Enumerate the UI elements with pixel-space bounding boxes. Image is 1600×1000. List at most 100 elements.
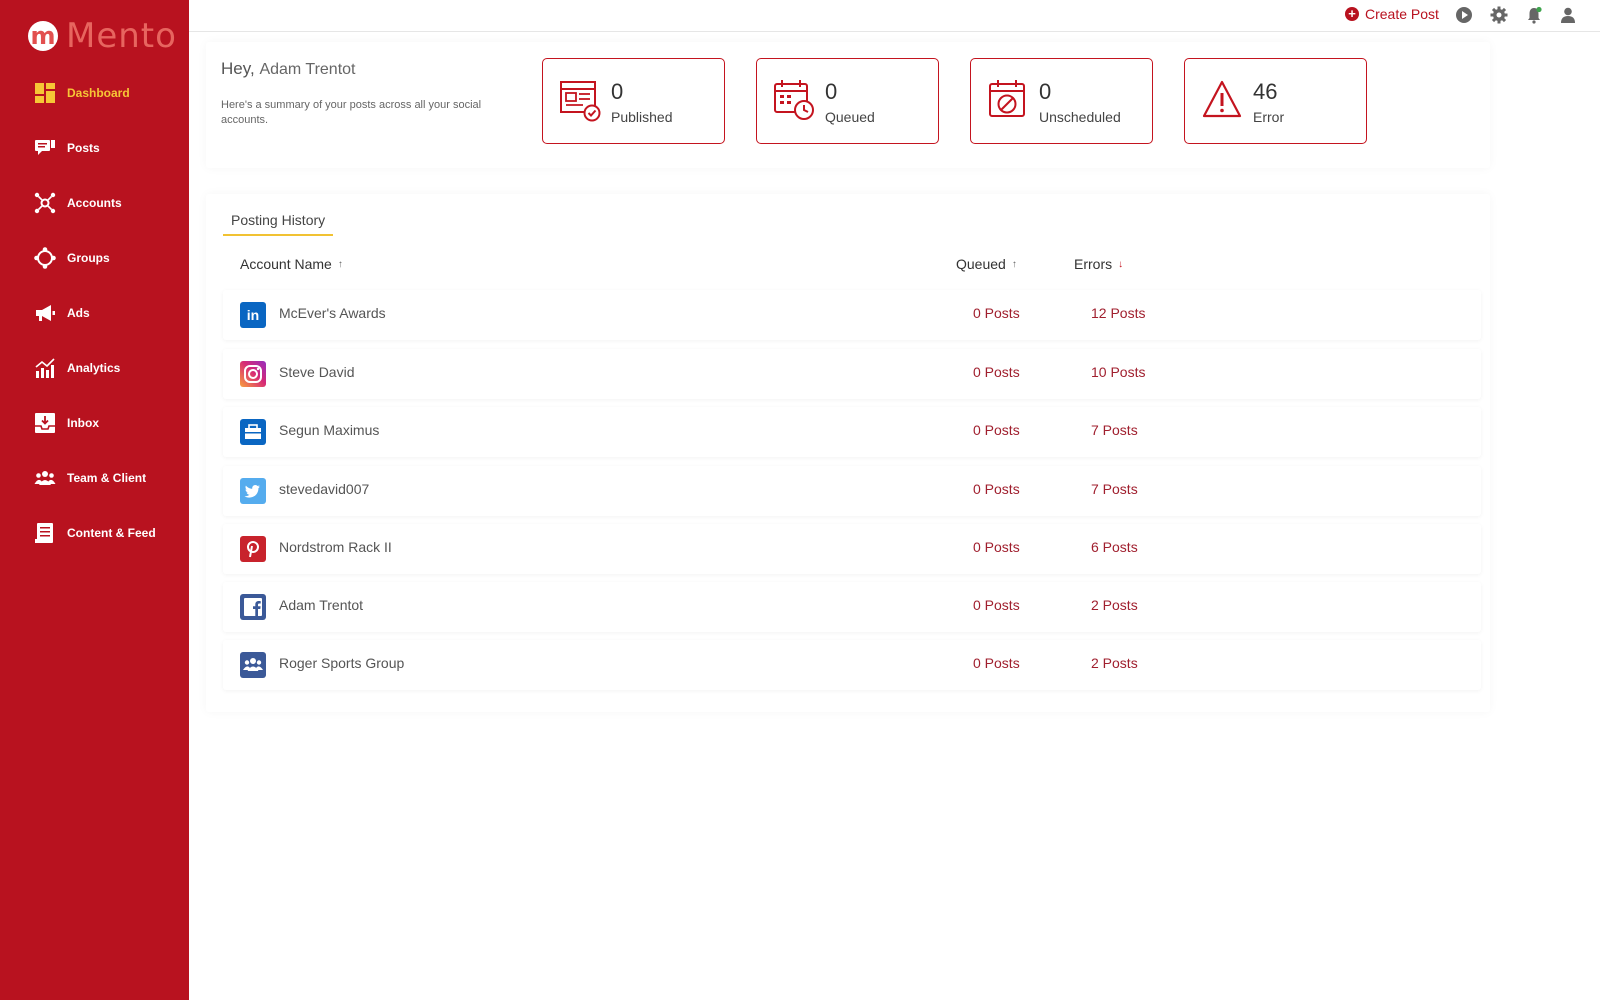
stat-value: 0 xyxy=(611,79,624,104)
sidebar-item-label: Accounts xyxy=(67,196,122,211)
table-row[interactable]: Nordstrom Rack II 0 Posts 6 Posts xyxy=(223,524,1481,574)
settings-icon[interactable] xyxy=(1490,6,1508,24)
errors-count: 6 Posts xyxy=(1091,539,1138,555)
sidebar-item-content-feed[interactable]: Content & Feed xyxy=(0,505,189,560)
stat-label: Queued xyxy=(825,109,875,125)
account-name: Steve David xyxy=(279,364,355,380)
sidebar-item-dashboard[interactable]: Dashboard xyxy=(0,66,189,121)
pinterest-icon xyxy=(240,536,266,562)
account-name: Adam Trentot xyxy=(279,597,364,613)
sidebar-item-label: Ads xyxy=(67,306,90,320)
errors-count: 7 Posts xyxy=(1091,422,1138,438)
account-name: Roger Sports Group xyxy=(279,655,405,671)
twitter-icon xyxy=(240,478,266,504)
megaphone-icon xyxy=(34,302,56,324)
table-row[interactable]: stevedavid007 0 Posts 7 Posts xyxy=(223,466,1481,516)
greeting-text: Hey, xyxy=(221,59,255,78)
sidebar-item-ads[interactable]: Ads xyxy=(0,286,189,341)
queued-count: 0 Posts xyxy=(973,481,1020,497)
logo-text: Mento xyxy=(66,16,177,56)
table-row[interactable]: Steve David 0 Posts 10 Posts xyxy=(223,349,1481,399)
content-feed-icon xyxy=(34,522,56,544)
create-post-button[interactable]: + Create Post xyxy=(1345,6,1439,22)
play-icon[interactable] xyxy=(1455,6,1473,24)
sidebar-item-label: Posts xyxy=(67,141,100,156)
errors-count: 2 Posts xyxy=(1091,597,1138,613)
facebook-group-icon xyxy=(240,652,266,678)
sidebar-item-analytics[interactable]: Analytics xyxy=(0,340,189,395)
sidebar-item-groups[interactable]: Groups xyxy=(0,231,189,286)
linkedin-icon: in xyxy=(240,302,266,328)
user-name: Adam Trentot xyxy=(259,61,356,78)
tab-posting-history[interactable]: Posting History xyxy=(223,212,334,236)
create-post-label: Create Post xyxy=(1365,6,1439,22)
accounts-icon xyxy=(34,192,56,214)
sidebar-item-label: Groups xyxy=(67,251,110,266)
notification-bell-icon[interactable] xyxy=(1525,6,1543,24)
sidebar-item-team-client[interactable]: Team & Client xyxy=(0,450,189,505)
column-label: Errors xyxy=(1074,256,1113,272)
stat-value: 0 xyxy=(825,79,838,104)
table-header: Account Name ↑ Queued ↑ Errors ↓ xyxy=(206,256,1490,276)
instagram-icon xyxy=(240,361,266,387)
logo-mark: m xyxy=(28,21,58,51)
sidebar-item-inbox[interactable]: Inbox xyxy=(0,395,189,450)
top-bar: + Create Post xyxy=(189,0,1600,32)
queued-count: 0 Posts xyxy=(973,655,1020,671)
queued-calendar-icon xyxy=(773,78,815,122)
greeting: Hey, Adam Trentot xyxy=(221,59,355,79)
facebook-icon xyxy=(240,594,266,620)
stat-card-queued[interactable]: 0 Queued xyxy=(756,58,939,144)
sidebar-item-accounts[interactable]: Accounts xyxy=(0,176,189,231)
posting-history-panel: Posting History Account Name ↑ Queued ↑ … xyxy=(206,194,1490,712)
column-header-queued[interactable]: Queued ↑ xyxy=(956,256,1017,272)
table-row[interactable]: Roger Sports Group 0 Posts 2 Posts xyxy=(223,640,1481,690)
plus-circle-icon: + xyxy=(1345,7,1359,21)
queued-count: 0 Posts xyxy=(973,364,1020,380)
sort-down-icon: ↓ xyxy=(1118,258,1124,270)
logo[interactable]: m Mento xyxy=(28,16,177,56)
stat-value: 46 xyxy=(1253,79,1278,104)
user-icon[interactable] xyxy=(1559,6,1577,24)
queued-count: 0 Posts xyxy=(973,305,1020,321)
sidebar-nav: Dashboard Posts Accounts Groups Ads Anal… xyxy=(0,66,189,560)
stat-value: 0 xyxy=(1039,79,1052,104)
stat-label: Error xyxy=(1253,109,1285,125)
sidebar-item-posts[interactable]: Posts xyxy=(0,121,189,176)
sidebar-item-label: Dashboard xyxy=(67,86,130,101)
stat-label: Unscheduled xyxy=(1039,109,1121,125)
column-header-account-name[interactable]: Account Name ↑ xyxy=(240,256,343,272)
errors-count: 7 Posts xyxy=(1091,481,1138,497)
errors-count: 2 Posts xyxy=(1091,655,1138,671)
dashboard-icon xyxy=(34,82,56,104)
table-row[interactable]: in McEver's Awards 0 Posts 12 Posts xyxy=(223,290,1481,340)
app-root: m Mento Dashboard Posts Accounts Groups … xyxy=(0,0,1600,1000)
sidebar-item-label: Team & Client xyxy=(67,470,147,485)
groups-icon xyxy=(34,247,56,269)
sidebar-item-label: Analytics xyxy=(67,360,121,375)
table-row[interactable]: Adam Trentot 0 Posts 2 Posts xyxy=(223,582,1481,632)
sidebar-item-label: Content & Feed xyxy=(67,525,156,540)
linkedin-page-icon xyxy=(240,419,266,445)
sort-up-icon: ↑ xyxy=(337,258,343,270)
summary-subtitle: Here's a summary of your posts across al… xyxy=(221,99,482,126)
unscheduled-calendar-icon xyxy=(987,78,1029,122)
stat-card-published[interactable]: 0 Published xyxy=(542,58,725,144)
account-name: McEver's Awards xyxy=(279,305,386,321)
account-name: Segun Maximus xyxy=(279,422,380,438)
column-label: Queued xyxy=(956,256,1006,272)
inbox-icon xyxy=(34,412,56,434)
account-name: Nordstrom Rack II xyxy=(279,539,392,555)
stat-card-unscheduled[interactable]: 0 Unscheduled xyxy=(970,58,1153,144)
posts-icon xyxy=(34,137,56,159)
column-label: Account Name xyxy=(240,256,332,272)
summary-panel: Hey, Adam Trentot Here's a summary of yo… xyxy=(206,42,1490,168)
queued-count: 0 Posts xyxy=(973,422,1020,438)
team-icon xyxy=(34,467,56,489)
column-header-errors[interactable]: Errors ↓ xyxy=(1074,256,1123,272)
stat-card-error[interactable]: 46 Error xyxy=(1184,58,1367,144)
table-row[interactable]: Segun Maximus 0 Posts 7 Posts xyxy=(223,407,1481,457)
sidebar-item-label: Inbox xyxy=(67,415,99,430)
queued-count: 0 Posts xyxy=(973,597,1020,613)
errors-count: 10 Posts xyxy=(1091,364,1146,380)
